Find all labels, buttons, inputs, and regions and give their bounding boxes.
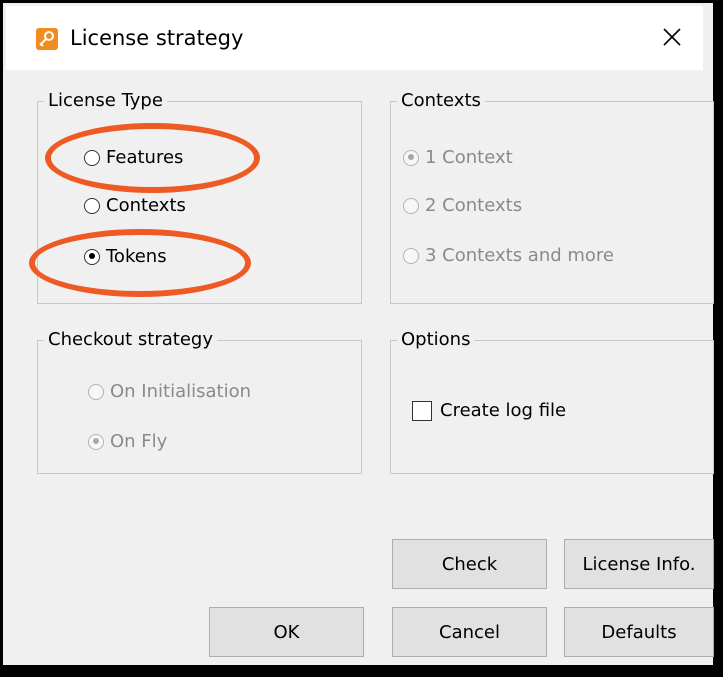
radio-3-contexts[interactable]: 3 Contexts and more — [403, 245, 614, 266]
radio-label: 3 Contexts and more — [425, 245, 614, 266]
radio-contexts[interactable]: Contexts — [84, 195, 186, 216]
checkbox[interactable] — [412, 400, 432, 421]
create-log-file-checkbox[interactable]: Create log file — [412, 400, 566, 421]
close-button[interactable] — [643, 6, 703, 70]
radio-button[interactable] — [84, 197, 100, 214]
radio-button[interactable] — [403, 247, 419, 264]
checkout-strategy-group: Checkout strategy — [37, 328, 362, 474]
radio-label: 2 Contexts — [425, 195, 523, 216]
radio-button[interactable] — [84, 248, 100, 265]
radio-label: On Initialisation — [110, 381, 251, 402]
radio-features[interactable]: Features — [84, 147, 183, 168]
checkbox-label: Create log file — [440, 400, 567, 421]
title-bar: License strategy — [6, 6, 703, 70]
contexts-label: Contexts — [397, 89, 485, 113]
cancel-button[interactable]: Cancel — [392, 607, 547, 657]
key-icon — [36, 28, 58, 50]
radio-on-initialisation[interactable]: On Initialisation — [88, 381, 251, 402]
radio-label: Contexts — [106, 195, 186, 216]
license-type-label: License Type — [44, 89, 167, 113]
defaults-button[interactable]: Defaults — [564, 607, 714, 657]
radio-button[interactable] — [88, 433, 104, 450]
checkout-strategy-label: Checkout strategy — [44, 328, 218, 352]
radio-label: Features — [106, 147, 184, 168]
radio-button[interactable] — [84, 149, 100, 166]
radio-selected-dot — [88, 253, 95, 259]
radio-label: On Fly — [110, 431, 168, 452]
check-button[interactable]: Check — [392, 539, 547, 589]
radio-selected-dot — [407, 154, 414, 160]
license-info-button[interactable]: License Info. — [564, 539, 714, 589]
window-title: License strategy — [70, 26, 244, 50]
ok-button[interactable]: OK — [209, 607, 364, 657]
radio-button[interactable] — [403, 149, 419, 166]
close-icon — [663, 28, 681, 46]
radio-2-contexts[interactable]: 2 Contexts — [403, 195, 522, 216]
radio-1-context[interactable]: 1 Context — [403, 147, 513, 168]
radio-tokens[interactable]: Tokens — [84, 246, 167, 267]
radio-label: 1 Context — [425, 147, 513, 168]
radio-label: Tokens — [106, 246, 167, 267]
radio-selected-dot — [92, 438, 99, 444]
radio-button[interactable] — [403, 197, 419, 214]
dialog-window: License strategy License Type Features C… — [0, 0, 723, 677]
radio-on-fly[interactable]: On Fly — [88, 431, 167, 452]
options-label: Options — [397, 328, 475, 352]
radio-button[interactable] — [88, 383, 104, 400]
